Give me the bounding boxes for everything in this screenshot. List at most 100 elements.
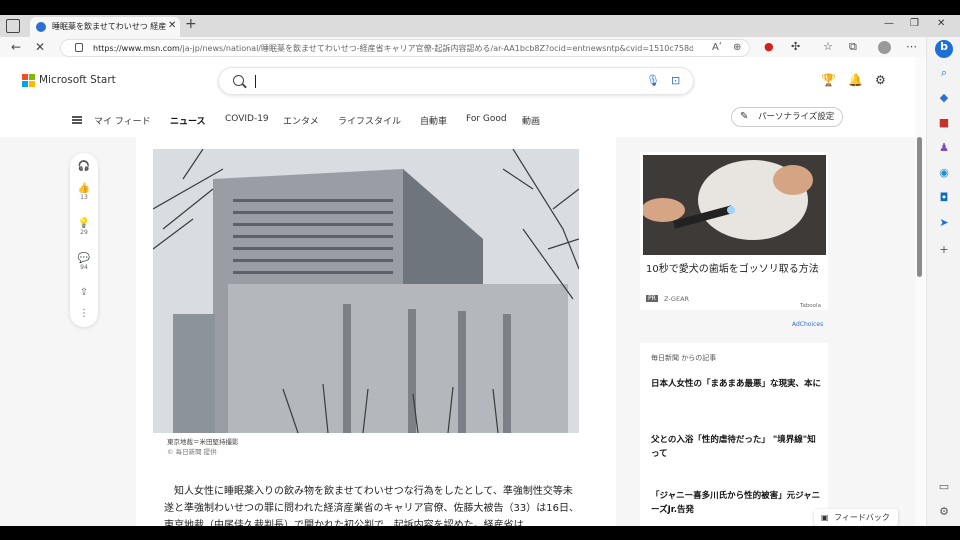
scrollbar-thumb[interactable] bbox=[917, 137, 922, 277]
share-icon: ⇪ bbox=[79, 287, 89, 298]
comment-icon: 💬 bbox=[77, 253, 91, 264]
ad-title[interactable]: 10秒で愛犬の歯垢をゴッソリ取る方法 bbox=[646, 262, 824, 277]
related-article-link[interactable]: 日本人女性の「まあまあ最悪」な現実、本に bbox=[651, 377, 821, 391]
url-text: https://www.msn.com/ja-jp/news/national/… bbox=[93, 44, 693, 53]
like-button[interactable]: 👍 13 bbox=[70, 183, 98, 201]
personalize-label: パーソナライズ設定 bbox=[758, 112, 835, 122]
brand-name[interactable]: Microsoft Start bbox=[39, 74, 116, 86]
idea-count: 29 bbox=[80, 229, 88, 236]
search-box[interactable]: 🎙 ⊡ bbox=[218, 67, 694, 95]
related-articles: 毎日新聞 からの記事 日本人女性の「まあまあ最悪」な現実、本に 父との入浴「性的… bbox=[640, 343, 828, 526]
comment-button[interactable]: 💬 94 bbox=[70, 253, 98, 271]
shopping-tag-icon[interactable]: ◆ bbox=[937, 91, 951, 105]
feedback-button[interactable]: ▣ フィードバック bbox=[814, 509, 898, 526]
extensions-puzzle-icon[interactable]: ✣ bbox=[791, 40, 800, 53]
pr-badge: PR bbox=[646, 295, 658, 302]
rewards-trophy-icon[interactable]: 🏆 bbox=[821, 73, 836, 87]
minimize-button[interactable]: — bbox=[884, 18, 894, 29]
more-options-button[interactable]: ⋮ bbox=[70, 308, 98, 319]
browser-tab[interactable]: 睡眠薬を飲ませてわいせつ 経産省キ ✕ bbox=[30, 17, 180, 37]
thumbs-up-icon: 👍 bbox=[77, 183, 91, 194]
drop-icon[interactable]: ➤ bbox=[937, 216, 951, 230]
visual-search-icon[interactable]: ⊡ bbox=[671, 74, 680, 87]
image-caption: 東京地裁＝米田堅持撮影 bbox=[167, 438, 239, 446]
tab-title: 睡眠薬を飲ませてわいせつ 経産省キ bbox=[52, 22, 167, 31]
msn-page: Microsoft Start 🎙 ⊡ 🏆 🔔 ⚙ マイ フィード ニュース C… bbox=[0, 57, 915, 526]
sponsored-ad[interactable]: 10秒で愛犬の歯垢をゴッソリ取る方法 PR Z-GEAR Taboola bbox=[640, 152, 828, 310]
article-card: 東京地裁＝米田堅持撮影 © 毎日新聞 提供 知人女性に睡眠薬入りの飲み物を飲ませ… bbox=[136, 137, 616, 526]
nav-entertainment[interactable]: エンタメ bbox=[283, 114, 319, 127]
personalize-icon: ✎ bbox=[740, 111, 749, 122]
msn-header: Microsoft Start 🎙 ⊡ 🏆 🔔 ⚙ bbox=[0, 57, 915, 103]
tools-briefcase-icon[interactable]: ■ bbox=[937, 116, 951, 130]
microsoft-logo-icon[interactable] bbox=[22, 74, 35, 87]
screen-top-border bbox=[0, 0, 960, 15]
nav-video[interactable]: 動画 bbox=[522, 114, 540, 127]
collections-icon[interactable]: ⧉ bbox=[849, 40, 857, 54]
back-arrow-icon[interactable]: ← bbox=[11, 40, 21, 54]
new-tab-button[interactable]: + bbox=[185, 16, 197, 32]
comment-count: 94 bbox=[80, 264, 88, 271]
lightbulb-icon: 💡 bbox=[77, 218, 91, 229]
msn-favicon-icon bbox=[36, 22, 46, 32]
add-sidebar-app-icon[interactable]: + bbox=[937, 243, 951, 257]
share-button[interactable]: ⇪ bbox=[70, 287, 98, 298]
nav-news[interactable]: ニュース bbox=[170, 114, 206, 127]
tab-close-icon[interactable]: ✕ bbox=[168, 20, 176, 31]
more-menu-icon[interactable]: ⋯ bbox=[906, 40, 917, 53]
headphones-icon: 🎧 bbox=[77, 161, 91, 172]
outlook-icon[interactable]: ◘ bbox=[937, 191, 951, 205]
personalize-button[interactable]: ✎ パーソナライズ設定 bbox=[731, 107, 843, 127]
notifications-bell-icon[interactable]: 🔔 bbox=[848, 73, 863, 87]
more-vertical-icon: ⋮ bbox=[79, 308, 89, 319]
games-icon[interactable]: ♟ bbox=[937, 141, 951, 155]
browser-window: 睡眠薬を飲ませてわいせつ 経産省キ ✕ + — ❐ ✕ ← ✕ https://… bbox=[0, 15, 960, 526]
close-window-button[interactable]: ✕ bbox=[937, 18, 945, 29]
nav-for-good[interactable]: For Good bbox=[466, 114, 507, 124]
adchoices-link[interactable]: AdChoices bbox=[792, 321, 823, 328]
tab-actions-icon[interactable] bbox=[6, 19, 20, 33]
nav-autos[interactable]: 自動車 bbox=[420, 114, 447, 127]
listen-button[interactable]: 🎧 bbox=[70, 161, 98, 172]
related-article-link[interactable]: 「ジャニー喜多川氏から性的被害」元ジャニーズJr.告発 bbox=[651, 489, 821, 517]
search-icon bbox=[233, 75, 244, 86]
hide-sidebar-icon[interactable]: ▭ bbox=[937, 480, 951, 494]
favorites-star-icon[interactable]: ☆ bbox=[823, 40, 833, 53]
text-cursor bbox=[255, 75, 256, 88]
tab-strip: 睡眠薬を飲ませてわいせつ 経産省キ ✕ + — ❐ ✕ bbox=[0, 15, 960, 37]
nav-covid[interactable]: COVID-19 bbox=[225, 114, 269, 124]
hamburger-menu-icon[interactable] bbox=[72, 116, 82, 124]
microsoft-365-icon[interactable]: ◉ bbox=[937, 166, 951, 180]
stop-loading-icon[interactable]: ✕ bbox=[35, 40, 45, 54]
related-article-link[interactable]: 父との入浴「性的虐待だった」 "境界線"知って bbox=[651, 433, 821, 461]
read-aloud-icon[interactable]: Aʹ bbox=[712, 42, 722, 53]
feedback-label: フィードバック bbox=[834, 513, 890, 522]
dog-teeth-photo bbox=[643, 155, 826, 255]
edge-sidebar: b ⌕ ◆ ■ ♟ ◉ ◘ ➤ + ▭ ⚙ bbox=[926, 37, 960, 526]
profile-avatar[interactable] bbox=[878, 41, 891, 54]
reaction-toolbar: 🎧 👍 13 💡 29 💬 94 ⇪ ⋮ bbox=[70, 153, 98, 327]
bing-chat-icon[interactable]: b bbox=[935, 40, 953, 58]
image-credit: © 毎日新聞 提供 bbox=[167, 448, 217, 456]
feedback-icon: ▣ bbox=[821, 513, 829, 522]
screen-bottom-border bbox=[0, 526, 960, 540]
ad-image[interactable] bbox=[643, 155, 826, 255]
extension-icon[interactable]: ● bbox=[764, 40, 774, 53]
taboola-label[interactable]: Taboola bbox=[800, 303, 821, 309]
article-hero-image[interactable] bbox=[153, 149, 579, 433]
lock-icon[interactable] bbox=[75, 43, 83, 52]
nav-my-feed[interactable]: マイ フィード bbox=[94, 114, 151, 127]
sidebar-settings-icon[interactable]: ⚙ bbox=[937, 505, 951, 519]
settings-gear-icon[interactable]: ⚙ bbox=[875, 73, 886, 87]
sidebar-search-icon[interactable]: ⌕ bbox=[937, 66, 951, 80]
like-count: 13 bbox=[80, 194, 88, 201]
article-body: 知人女性に睡眠薬入りの飲み物を飲ませてわいせつな行為をしたとして、準強制性交等未… bbox=[164, 486, 579, 526]
nav-lifestyle[interactable]: ライフスタイル bbox=[338, 114, 401, 127]
navigation-bar: ← ✕ https://www.msn.com/ja-jp/news/natio… bbox=[0, 37, 960, 57]
address-bar[interactable]: https://www.msn.com/ja-jp/news/national/… bbox=[60, 39, 750, 57]
page-scrollbar[interactable] bbox=[915, 57, 925, 526]
maximize-button[interactable]: ❐ bbox=[910, 18, 919, 29]
app-available-icon[interactable]: ⊕ bbox=[733, 42, 741, 53]
idea-button[interactable]: 💡 29 bbox=[70, 218, 98, 236]
microphone-icon[interactable]: 🎙 bbox=[646, 74, 660, 87]
